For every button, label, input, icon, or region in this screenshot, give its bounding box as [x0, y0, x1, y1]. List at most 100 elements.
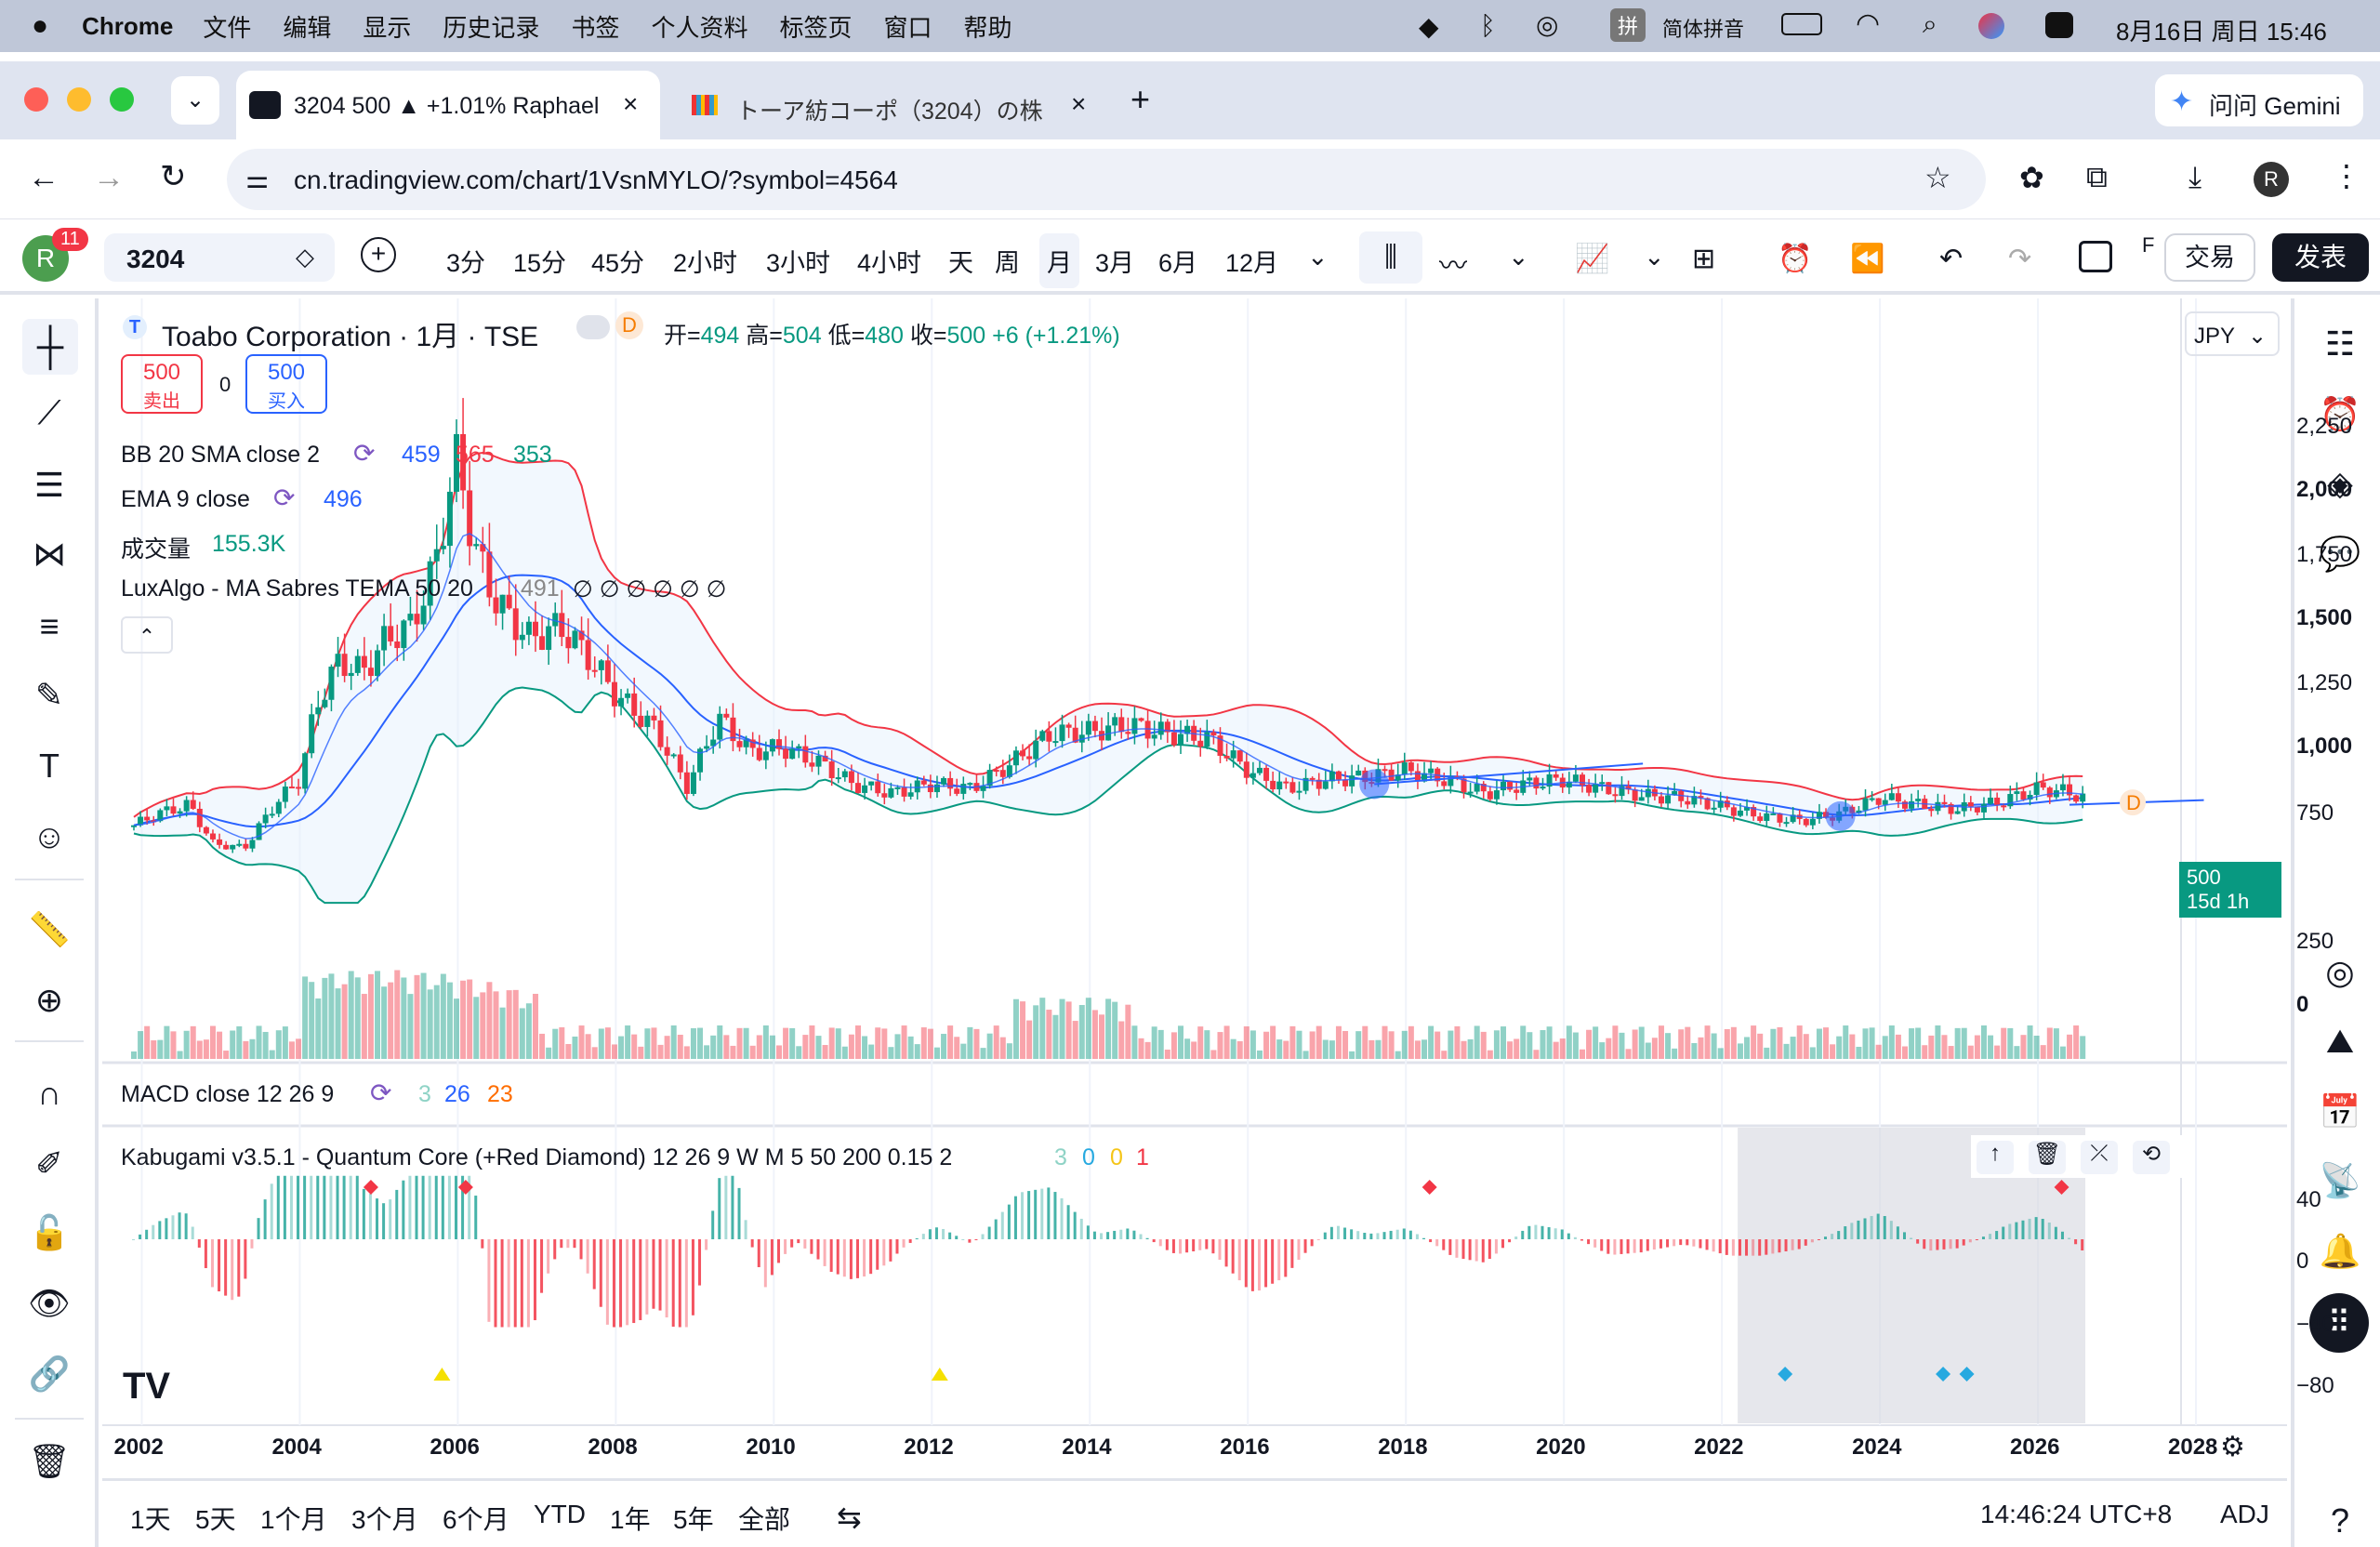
dropbox-icon[interactable]: ◆ — [1419, 11, 1439, 42]
forward-icon[interactable]: → — [93, 160, 125, 196]
interval-15m[interactable]: 15分 — [513, 243, 566, 279]
refresh-icon[interactable]: ⟳ — [353, 438, 375, 469]
ema-legend-label[interactable]: EMA 9 close — [121, 486, 250, 513]
trash-icon[interactable]: 🗑 — [26, 1438, 73, 1485]
diamond-icon[interactable]: ◇ — [296, 243, 314, 271]
go-to-date-icon[interactable]: ⇆ — [837, 1500, 862, 1535]
compare-add-icon[interactable]: + — [361, 237, 396, 272]
tradingview-logo[interactable]: TV — [123, 1366, 170, 1408]
sell-button[interactable]: 500 卖出 — [121, 354, 203, 414]
datetime[interactable]: 8月16日 周日 15:46 — [2116, 13, 2327, 47]
range-5y[interactable]: 5年 — [673, 1500, 714, 1537]
time-axis[interactable]: 2002 2004 2006 2008 2010 2012 2014 2016 2018 2020… — [102, 1425, 2287, 1470]
brush-icon[interactable]: ✎ — [26, 672, 73, 719]
refresh-icon[interactable]: ⟳ — [273, 483, 295, 513]
interval-day[interactable]: 天 — [948, 243, 973, 279]
luxalgo-legend-label[interactable]: LuxAlgo - MA Sabres TEMA 50 20 — [121, 575, 473, 602]
fullscreen-icon[interactable] — [2079, 241, 2112, 272]
app-menu[interactable]: Chrome — [82, 12, 173, 41]
range-all[interactable]: 全部 — [738, 1500, 790, 1537]
chatgpt-extension-icon[interactable]: ✿ — [2019, 160, 2044, 195]
range-5d[interactable]: 5天 — [195, 1500, 236, 1537]
watchlist-icon[interactable]: ☷ — [2317, 321, 2363, 367]
refresh-icon[interactable]: ⟳ — [370, 1078, 391, 1108]
undo-icon[interactable]: ↶ — [1939, 243, 1963, 275]
layout-grid-icon[interactable]: ⊞ — [1692, 243, 1715, 275]
interval-12mo[interactable]: 12月 — [1225, 243, 1278, 279]
publish-button[interactable]: 发表 — [2272, 233, 2369, 282]
wifi-icon[interactable]: ◠ — [1856, 7, 1880, 40]
emoji-icon[interactable]: ☺ — [26, 813, 73, 860]
interval-3h[interactable]: 3小时 — [766, 243, 830, 279]
notifications-icon[interactable]: 🔔 — [2317, 1228, 2363, 1275]
url-text[interactable]: cn.tradingview.com/chart/1VsnMYLO/?symbo… — [294, 165, 898, 195]
gemini-button[interactable]: ✦ 问问 Gemini — [2155, 74, 2363, 126]
siri-icon[interactable] — [1978, 13, 2004, 39]
range-ytd[interactable]: YTD — [534, 1500, 586, 1529]
help-icon[interactable]: ? — [2317, 1498, 2363, 1544]
streams-icon[interactable]: 📡 — [2317, 1157, 2363, 1204]
collapse-pane-icon[interactable]: ⤫ — [2081, 1141, 2118, 1174]
financials-dropdown-icon[interactable]: ⌄ — [1644, 243, 1665, 271]
range-1m[interactable]: 1个月 — [260, 1500, 327, 1537]
range-1d[interactable]: 1天 — [130, 1500, 171, 1537]
menu-view[interactable]: 显示 — [363, 9, 411, 44]
reload-icon[interactable]: ↻ — [160, 158, 187, 195]
interval-2h[interactable]: 2小时 — [673, 243, 737, 279]
text-icon[interactable]: T — [26, 743, 73, 789]
menu-help[interactable]: 帮助 — [964, 9, 1012, 44]
financials-icon[interactable]: 📈 — [1575, 243, 1609, 275]
chart-title[interactable]: Toabo Corporation · 1月 · TSE — [162, 313, 538, 354]
indicators-icon[interactable]: 〰 — [1439, 243, 1467, 284]
menu-history[interactable]: 历史记录 — [443, 9, 539, 44]
menu-bookmarks[interactable]: 书签 — [571, 9, 619, 44]
notification-badge[interactable]: 11 — [52, 228, 88, 251]
volume-legend-label[interactable]: 成交量 — [121, 531, 191, 564]
visibility-toggle[interactable] — [576, 315, 610, 339]
f-label[interactable]: F — [2142, 233, 2154, 258]
delete-pane-icon[interactable]: 🗑 — [2029, 1141, 2066, 1174]
menu-file[interactable]: 文件 — [203, 9, 251, 44]
screener-icon[interactable]: ◎ — [2317, 949, 2363, 996]
interval-3mo[interactable]: 3月 — [1095, 243, 1134, 279]
macd-legend-label[interactable]: MACD close 12 26 9 — [121, 1081, 334, 1108]
replay-icon[interactable]: ⏪ — [1850, 243, 1884, 275]
download-icon[interactable]: ⤓ — [2188, 160, 2202, 195]
tab-active[interactable]: 3204 500 ▲ +1.01% Raphael × — [236, 71, 660, 139]
link-icon[interactable]: 🔗 — [26, 1351, 73, 1397]
close-window-button[interactable] — [24, 87, 48, 112]
interval-dropdown-icon[interactable]: ⌄ — [1307, 243, 1329, 271]
pattern-icon[interactable]: ⋈ — [26, 531, 73, 577]
interval-3m[interactable]: 3分 — [446, 243, 485, 279]
magnet-icon[interactable]: ∩ — [26, 1070, 73, 1117]
chrome-menu-icon[interactable]: ⋮ — [2332, 158, 2361, 193]
calendar-icon[interactable]: 📅 — [2317, 1089, 2363, 1135]
bb-legend-label[interactable]: BB 20 SMA close 2 — [121, 442, 320, 469]
apple-icon[interactable]: ● — [32, 10, 48, 42]
interval-6mo[interactable]: 6月 — [1158, 243, 1197, 279]
crosshair-icon[interactable]: ┼ — [22, 319, 78, 375]
battery-icon[interactable] — [1781, 13, 1822, 35]
adj-toggle[interactable]: ADJ — [2220, 1500, 2269, 1529]
visibility-icon[interactable]: 👁 — [26, 1280, 73, 1327]
indicators-dropdown-icon[interactable]: ⌄ — [1508, 243, 1529, 271]
chart-settings-icon[interactable]: ⚙ — [2220, 1431, 2245, 1463]
move-pane-up-icon[interactable]: ↑ — [1977, 1141, 2014, 1174]
range-1y[interactable]: 1年 — [610, 1500, 651, 1537]
buy-button[interactable]: 500 买入 — [245, 354, 327, 414]
fib-retracement-icon[interactable]: ☰ — [26, 462, 73, 509]
alert-add-icon[interactable]: ⏰ — [1778, 243, 1812, 275]
ruler-icon[interactable]: 📏 — [26, 906, 73, 953]
ideas-icon[interactable]: ⛰ — [2317, 1018, 2363, 1064]
profile-avatar[interactable]: R — [2254, 162, 2289, 197]
bookmark-star-icon[interactable]: ☆ — [1924, 160, 1951, 195]
lock-icon[interactable]: 🔓 — [26, 1210, 73, 1256]
chart-pane[interactable]: D T Toabo Corporation · 1月 · TSE D 开=494… — [102, 298, 2352, 1470]
control-center-icon[interactable] — [2045, 12, 2073, 38]
chart-canvas[interactable]: D — [102, 298, 2287, 1470]
tab-search-button[interactable]: ⌄ — [171, 76, 219, 125]
kabugami-legend-label[interactable]: Kabugami v3.5.1 - Quantum Core (+Red Dia… — [121, 1144, 952, 1171]
maximize-pane-icon[interactable]: ⟲ — [2133, 1141, 2170, 1174]
symbol-search[interactable]: 3204 ◇ — [104, 233, 335, 282]
interval-month[interactable]: 月 — [1039, 233, 1079, 288]
